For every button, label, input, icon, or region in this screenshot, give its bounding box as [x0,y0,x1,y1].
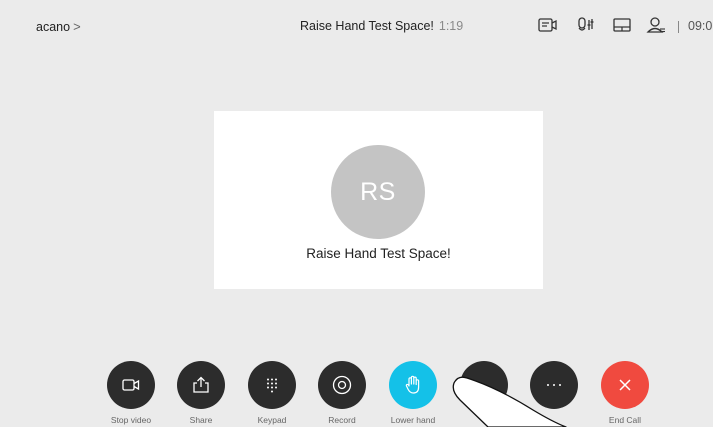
hand-icon [389,361,437,409]
call-timer: 1:19 [438,19,464,33]
audio-settings-icon[interactable] [575,14,597,36]
top-bar: acano > Raise Hand Test Space! 1:19 09:0 [0,0,713,52]
participant-card: RS Raise Hand Test Space! [214,111,543,289]
lower-hand-label: Lower hand [390,415,436,425]
self-view-icon[interactable] [537,14,559,36]
device-name-button[interactable]: acano > [36,19,81,34]
share-label: Share [189,415,213,425]
stop-video-label: Stop video [110,415,152,425]
call-title: Raise Hand Test Space! 1:19 [300,19,463,33]
pointer-finger-icon [452,376,567,427]
close-icon [601,361,649,409]
participants-icon[interactable] [645,14,667,36]
call-screen: acano > Raise Hand Test Space! 1:19 09:0… [0,0,713,427]
keypad-icon [248,361,296,409]
keypad-label: Keypad [257,415,287,425]
layout-icon[interactable] [611,14,633,36]
chevron-right-icon: > [73,19,81,34]
record-label: Record [328,415,356,425]
clock: 09:0 [688,19,713,33]
record-icon [318,361,366,409]
header-separator [678,21,679,33]
video-camera-icon [107,361,155,409]
call-title-label: Raise Hand Test Space! [300,19,434,33]
participant-name: Raise Hand Test Space! [306,246,451,261]
share-icon [177,361,225,409]
device-name-label: acano [36,19,71,34]
end-call-label: End Call [608,415,642,425]
avatar: RS [331,145,425,239]
